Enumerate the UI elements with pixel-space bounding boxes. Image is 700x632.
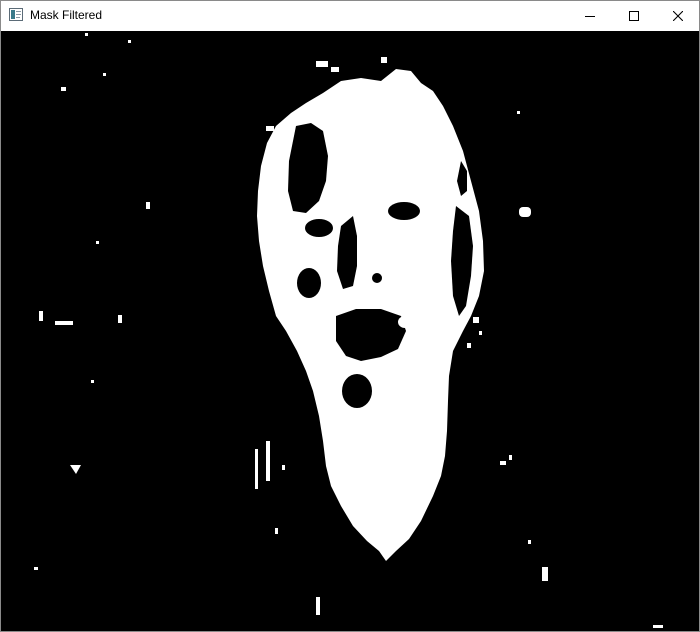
hole-left-cheek [297,268,321,298]
minimize-button[interactable] [567,1,613,30]
hole-nostril [372,273,382,283]
close-icon [673,10,683,21]
app-window-icon [9,8,23,21]
title-bar[interactable]: Mask Filtered [1,1,699,30]
hole-left-eye [305,219,333,237]
mouth-island [398,316,412,328]
window-title: Mask Filtered [30,8,103,22]
mask-image [1,31,699,631]
close-button[interactable] [655,1,700,30]
hole-chin [342,374,372,408]
maximize-button[interactable] [611,1,657,30]
app-window: Mask Filtered [0,0,700,632]
maximize-icon [629,10,639,21]
minimize-icon [585,15,595,17]
hole-right-eye [388,202,420,220]
mask-image-canvas [1,31,699,631]
